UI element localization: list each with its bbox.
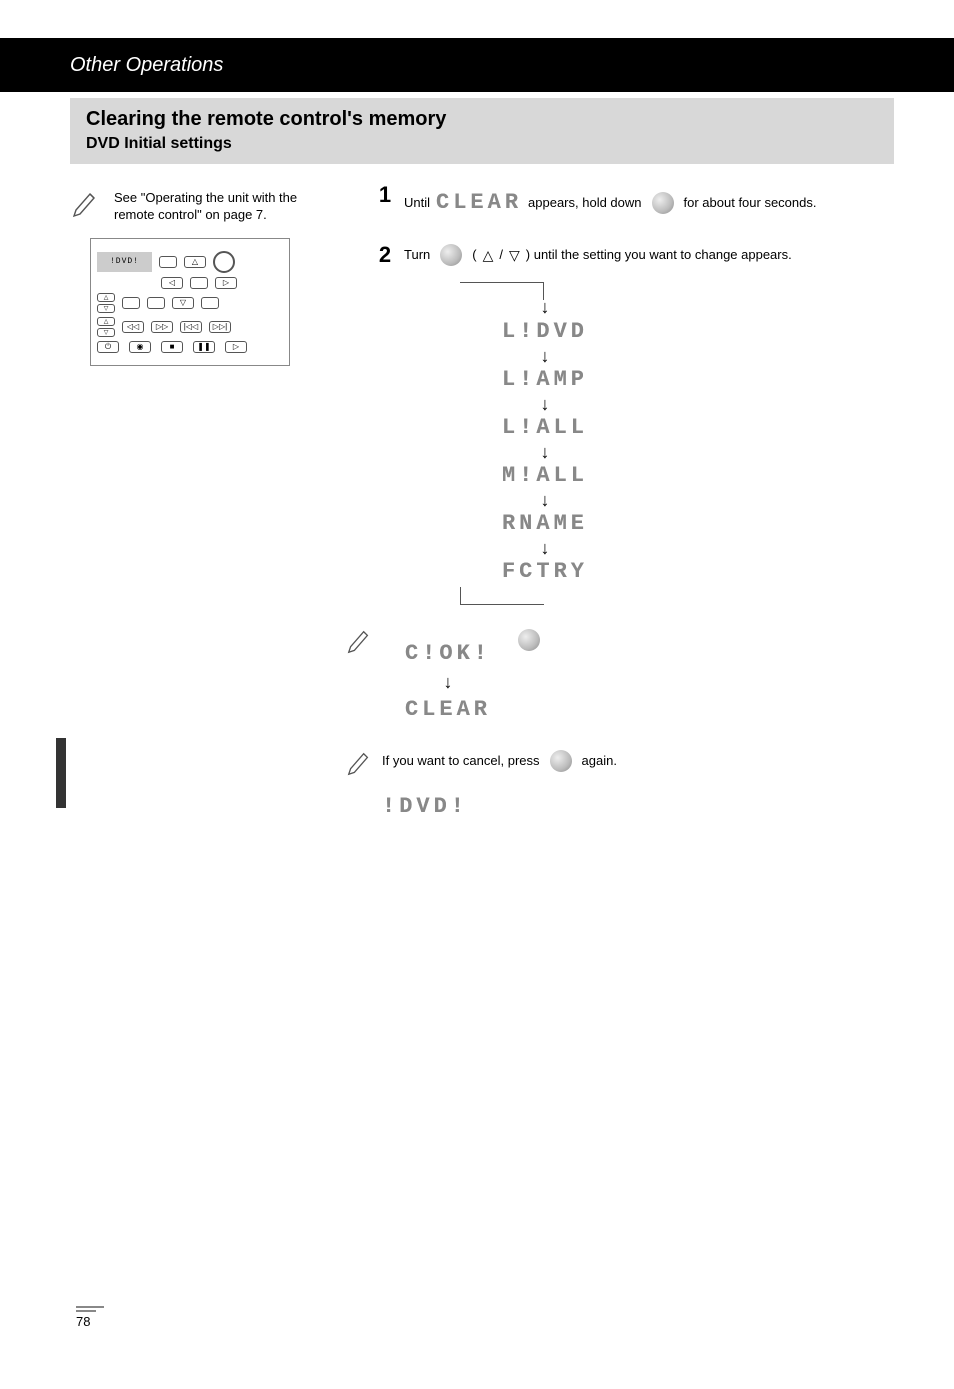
s2-suf: ) until the setting you want to change a… bbox=[526, 243, 792, 268]
see-ref: See "Operating the unit with the remote … bbox=[114, 190, 330, 224]
s1-suf: for about four seconds. bbox=[684, 191, 817, 216]
s2-mid2: / bbox=[499, 243, 503, 268]
btn-left: ◁ bbox=[161, 277, 183, 289]
btn-right: ▷ bbox=[215, 277, 237, 289]
chapter-header: Other Operations bbox=[0, 38, 954, 92]
knob-icon-2 bbox=[440, 244, 462, 266]
step-num-1: 1 bbox=[374, 182, 396, 208]
knob-icon-4 bbox=[550, 750, 572, 772]
arrow-down-icon: ↓ bbox=[541, 541, 550, 555]
step-2: 2 Turn ( / ) until the setting you want … bbox=[374, 242, 894, 609]
btn-blank-1 bbox=[159, 256, 177, 268]
side-tab bbox=[56, 738, 66, 808]
rec-icon: ◉ bbox=[129, 341, 151, 353]
arrow-down-icon: ↓ bbox=[388, 675, 508, 689]
remote-display: !DVD! bbox=[97, 252, 152, 272]
btn-blank-2 bbox=[122, 297, 140, 309]
pause-icon: ❚❚ bbox=[193, 341, 215, 353]
step-num-2: 2 bbox=[374, 242, 396, 268]
knob-icon-1 bbox=[652, 192, 674, 214]
ch-dn: ▽ bbox=[97, 304, 115, 313]
title-line2: DVD Initial settings bbox=[86, 135, 232, 152]
pen-icon bbox=[344, 749, 374, 779]
s3-after: again. bbox=[582, 749, 617, 774]
vol-dn: ▽ bbox=[97, 328, 115, 337]
btn-down: ▽ bbox=[172, 297, 194, 309]
jog-wheel bbox=[213, 251, 235, 273]
skip-f-icon: ▷▷| bbox=[209, 321, 231, 333]
flow-2: L!ALL bbox=[502, 413, 588, 443]
seg-clear2: CLEAR bbox=[388, 689, 508, 731]
flow-5: FCTRY bbox=[502, 557, 588, 587]
s2-pre: Turn bbox=[404, 243, 430, 268]
ff-icon: ▷▷ bbox=[151, 321, 173, 333]
rew-icon: ◁◁ bbox=[122, 321, 144, 333]
arrow-down-icon: ↓ bbox=[541, 493, 550, 507]
flow-4: RNAME bbox=[502, 509, 588, 539]
section-title: Clearing the remote control's memory DVD… bbox=[70, 98, 894, 164]
arrow-down-icon: ↓ bbox=[541, 300, 550, 314]
s1-mid: appears, hold down bbox=[528, 191, 641, 216]
arrow-down-icon: ↓ bbox=[541, 445, 550, 459]
btn-blank-4 bbox=[201, 297, 219, 309]
play-icon: ▷ bbox=[225, 341, 247, 353]
remote-diagram: !DVD! △ ◁ ▷ △ ▽ ▽ bbox=[90, 238, 290, 366]
triangle-down-icon bbox=[509, 242, 520, 269]
s3-pre: If you want to cancel, press bbox=[382, 749, 540, 774]
btn-up: △ bbox=[184, 256, 206, 268]
flow-3: M!ALL bbox=[502, 461, 588, 491]
page-num-val: 78 bbox=[76, 1314, 90, 1329]
seg-clear: CLEAR bbox=[436, 182, 522, 224]
pen-icon bbox=[344, 627, 374, 657]
ch-up: △ bbox=[97, 293, 115, 302]
power-icon: ⏻ bbox=[97, 341, 119, 353]
seg-dvd: !DVD! bbox=[382, 786, 468, 828]
s2-mid: ( bbox=[472, 243, 476, 268]
arrow-down-icon: ↓ bbox=[541, 397, 550, 411]
cancel-note: If you want to cancel, press again. !DVD… bbox=[254, 749, 894, 827]
stop-icon: ■ bbox=[161, 341, 183, 353]
arrow-down-icon: ↓ bbox=[541, 349, 550, 363]
page-number: 78 bbox=[76, 1303, 104, 1329]
pen-icon bbox=[70, 190, 100, 220]
vol-up: △ bbox=[97, 317, 115, 326]
flow-0: L!DVD bbox=[502, 317, 588, 347]
triangle-up-icon bbox=[483, 242, 494, 269]
skip-b-icon: |◁◁ bbox=[180, 321, 202, 333]
title-line1: Clearing the remote control's memory bbox=[86, 108, 878, 131]
knob-icon-3 bbox=[518, 629, 540, 651]
step-1: 1 Until CLEAR appears, hold down for abo… bbox=[374, 182, 894, 224]
seg-cok: C!OK! bbox=[388, 633, 508, 675]
chapter-title: Other Operations bbox=[70, 54, 223, 77]
confirm-note: C!OK! ↓ CLEAR bbox=[254, 627, 894, 731]
btn-blank-3 bbox=[147, 297, 165, 309]
flow-1: L!AMP bbox=[502, 365, 588, 395]
s1-pre: Until bbox=[404, 191, 430, 216]
btn-center bbox=[190, 277, 208, 289]
flow-chart: ↓ L!DVD ↓ L!AMP ↓ L!ALL ↓ M!ALL ↓ RNAME … bbox=[460, 282, 630, 604]
